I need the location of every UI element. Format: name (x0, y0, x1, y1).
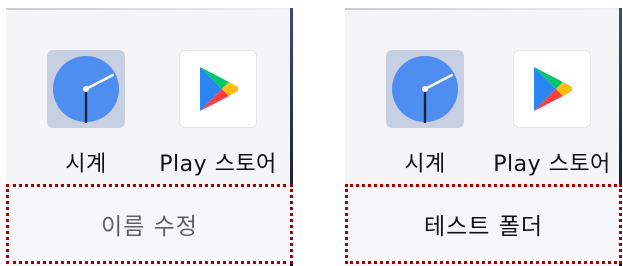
app-clock[interactable]: 시계 (375, 50, 475, 178)
app-play-store[interactable]: Play 스토어 (159, 50, 277, 178)
folder-name-field[interactable]: 테스트 폴더 (345, 184, 622, 264)
folder-name-field[interactable]: 이름 수정 (6, 184, 293, 264)
folder-name-value: 테스트 폴더 (423, 214, 544, 240)
clock-icon (386, 50, 464, 128)
panel-top-edge (345, 8, 622, 10)
app-label-clock: 시계 (404, 152, 446, 177)
folder-name-placeholder: 이름 수정 (101, 214, 198, 240)
folder-panel-after: 시계 Play 스토어 테스트 폴더 (345, 8, 622, 266)
play-store-icon (179, 50, 257, 128)
app-label-play-store: Play 스토어 (493, 152, 611, 177)
app-label-play-store: Play 스토어 (159, 152, 277, 177)
app-clock[interactable]: 시계 (36, 50, 136, 178)
app-play-store[interactable]: Play 스토어 (493, 50, 611, 178)
play-store-icon (513, 50, 591, 128)
folder-panel-before: 시계 Play 스토어 이름 수정 (6, 8, 293, 266)
app-label-clock: 시계 (65, 152, 107, 177)
clock-icon (47, 50, 125, 128)
panel-top-edge (6, 8, 293, 10)
